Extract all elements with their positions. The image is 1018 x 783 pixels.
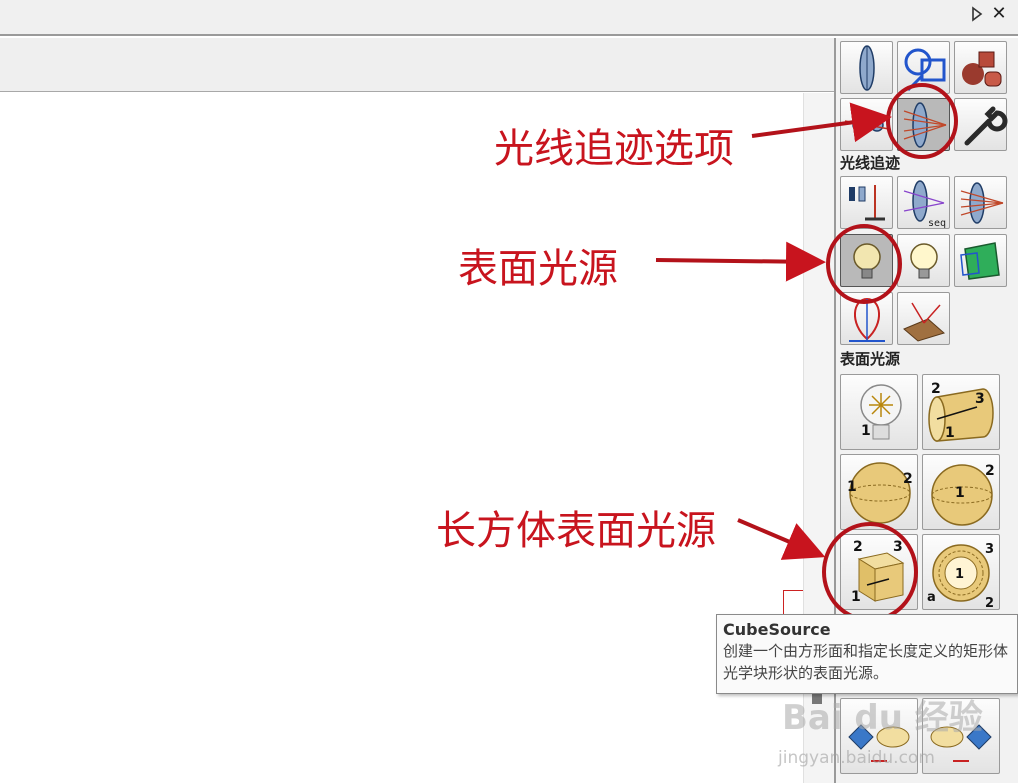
mirror-icon bbox=[844, 118, 890, 132]
drawing-canvas[interactable] bbox=[0, 93, 803, 783]
watermark-logo: Bai du 经验 bbox=[782, 698, 983, 738]
app-window: ✕ 光线追迹 seq 表面光源 1 2 3 1 1 2 1 2 2 3 1 1 … bbox=[0, 0, 1018, 783]
svg-text:seq: seq bbox=[928, 218, 946, 229]
svg-text:1: 1 bbox=[955, 567, 964, 582]
close-icon[interactable]: ✕ bbox=[990, 4, 1008, 24]
section-label-surface-source: 表面光源 bbox=[840, 350, 901, 368]
surface-property-button[interactable] bbox=[897, 292, 950, 345]
lightbulb-icon bbox=[853, 243, 881, 279]
svg-text:1: 1 bbox=[861, 423, 871, 439]
svg-text:2: 2 bbox=[931, 381, 941, 397]
point-source-button[interactable] bbox=[897, 234, 950, 287]
raytrace-fan-icon bbox=[960, 182, 1004, 224]
surface-property-icon bbox=[903, 302, 946, 342]
svg-text:a: a bbox=[927, 590, 936, 605]
svg-text:2: 2 bbox=[853, 539, 863, 555]
volume-source-button[interactable] bbox=[954, 234, 1007, 287]
nonsequential-raytrace-button[interactable] bbox=[954, 176, 1007, 229]
sphere-source-icon: 1 2 bbox=[847, 462, 913, 524]
sequential-raytrace-button[interactable]: seq bbox=[897, 176, 950, 229]
svg-text:2: 2 bbox=[985, 463, 995, 479]
solids-icon bbox=[962, 51, 1002, 87]
annotation-raytrace-options: 光线追迹选项 bbox=[494, 126, 734, 172]
cubesource-tooltip: CubeSource 创建一个由方形面和指定长度定义的矩形体光学块形状的表面光源… bbox=[716, 614, 1018, 694]
svg-text:3: 3 bbox=[893, 539, 903, 555]
title-strip: ✕ bbox=[0, 0, 1018, 36]
svg-text:2: 2 bbox=[985, 596, 994, 611]
lens-tool-button[interactable] bbox=[840, 41, 893, 94]
sphere-center-source-icon: 1 2 bbox=[931, 463, 995, 526]
bulb-surface-source-button[interactable]: 1 bbox=[840, 374, 918, 450]
geometry-shapes-icon bbox=[904, 48, 946, 92]
mirror-tool-button[interactable] bbox=[840, 98, 893, 151]
raytrace-options-button[interactable] bbox=[897, 98, 950, 151]
intensity-source-button[interactable] bbox=[840, 292, 893, 345]
section-label-raytrace: 光线追迹 bbox=[840, 154, 901, 172]
cylinder-source-icon: 2 3 1 bbox=[928, 381, 994, 442]
sphere-center-source-button[interactable]: 1 2 bbox=[922, 454, 1000, 530]
raytrace-setup-button[interactable] bbox=[840, 176, 893, 229]
annotation-surface-source: 表面光源 bbox=[458, 246, 618, 292]
cube-source-button[interactable]: 2 3 1 bbox=[840, 534, 918, 610]
intensity-plot-icon bbox=[849, 297, 885, 342]
volume-source-icon bbox=[960, 242, 1000, 280]
sphere-surface-source-button[interactable]: 1 2 bbox=[840, 454, 918, 530]
shapes-tool-button[interactable] bbox=[897, 41, 950, 94]
canvas-toolbar bbox=[0, 38, 834, 92]
wrench-icon bbox=[964, 106, 1008, 146]
torus-source-icon: 1 3 a 2 bbox=[927, 542, 994, 611]
annotation-cube-surface-source: 长方体表面光源 bbox=[436, 508, 716, 554]
watermark-url: jingyan.baidu.com bbox=[778, 748, 935, 768]
svg-text:1: 1 bbox=[945, 425, 955, 441]
solids-tool-button[interactable] bbox=[954, 41, 1007, 94]
tooltip-title: CubeSource bbox=[723, 620, 831, 639]
lightbulb-bright-icon bbox=[910, 243, 938, 279]
cube-source-icon: 2 3 1 bbox=[851, 539, 905, 605]
svg-text:2: 2 bbox=[903, 471, 913, 487]
optical-bench-icon bbox=[849, 185, 885, 221]
torus-source-button[interactable]: 1 3 a 2 bbox=[922, 534, 1000, 611]
sequential-raytrace-icon: seq bbox=[903, 180, 946, 229]
lens-icon bbox=[859, 45, 875, 91]
tooltip-body: 创建一个由方形面和指定长度定义的矩形体光学块形状的表面光源。 bbox=[723, 642, 1009, 682]
bulb-source-icon: 1 bbox=[860, 384, 902, 440]
cylinder-surface-source-button[interactable]: 2 3 1 bbox=[922, 374, 1000, 450]
collapse-arrow-icon[interactable] bbox=[970, 6, 984, 22]
tools-button[interactable] bbox=[954, 98, 1008, 151]
svg-text:1: 1 bbox=[851, 589, 861, 605]
surface-source-button[interactable] bbox=[840, 234, 893, 287]
raytrace-icon bbox=[903, 102, 947, 148]
svg-text:3: 3 bbox=[985, 542, 994, 557]
svg-text:1: 1 bbox=[847, 479, 857, 495]
svg-text:3: 3 bbox=[975, 391, 985, 407]
svg-text:1: 1 bbox=[955, 485, 965, 501]
